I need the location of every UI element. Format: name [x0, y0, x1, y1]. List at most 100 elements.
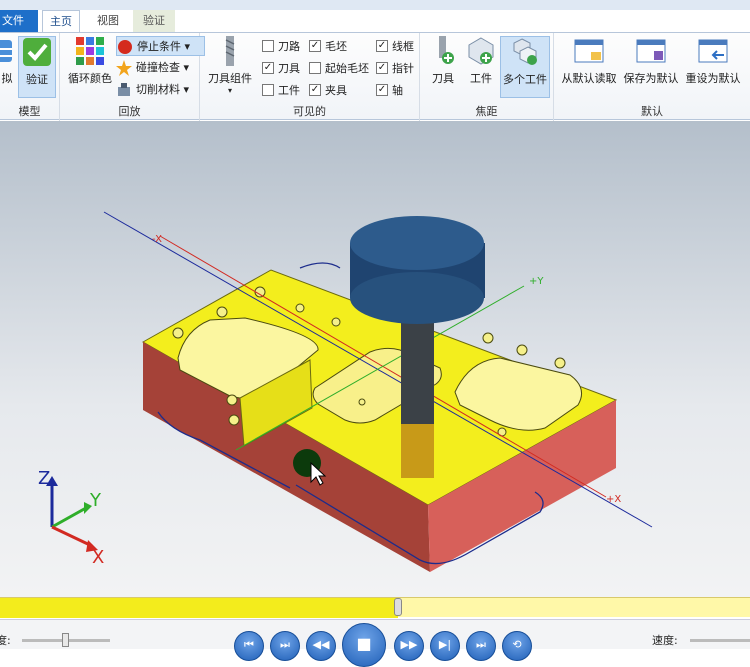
checkbox-initial-stock-box[interactable] — [309, 62, 321, 74]
endmill-icon — [215, 36, 245, 66]
group-label-playback: 回放 — [118, 105, 141, 118]
checkbox-toolpath[interactable]: 刀路 — [262, 37, 300, 57]
timeline-track[interactable] — [0, 597, 750, 618]
checkbox-workpiece-label: 工件 — [278, 84, 300, 97]
checkbox-pointer[interactable]: ✓ 指针 — [376, 59, 414, 79]
go-start-button[interactable]: ⏮ — [234, 631, 264, 661]
verify-label: 验证 — [26, 73, 48, 86]
group-focus: 刀具 工件 多个工件 焦距 — [420, 33, 554, 121]
stop-condition-dropdown[interactable]: 停止条件 ▾ — [116, 36, 206, 56]
checkbox-tool[interactable]: ✓ 刀具 — [262, 59, 300, 79]
tab-verify[interactable]: 验证 — [133, 10, 175, 33]
tab-home[interactable]: 主页 — [42, 10, 80, 33]
checkbox-tool-label: 刀具 — [278, 62, 300, 75]
stop-condition-label: 停止条件 — [137, 40, 181, 53]
title-strip — [0, 0, 750, 10]
tool-flute — [401, 420, 434, 478]
color-grid-icon — [75, 36, 105, 66]
focus-multi-button[interactable]: 多个工件 — [500, 36, 550, 98]
group-label-defaults: 默认 — [641, 105, 663, 118]
timeline-handle[interactable] — [393, 598, 402, 616]
tool-holder-bottom — [350, 272, 484, 324]
checkbox-fixture-box[interactable]: ✓ — [309, 84, 321, 96]
axis-triad: Z Y X — [38, 468, 104, 568]
cut-material-dropdown[interactable]: 切削材料 ▾ — [116, 80, 189, 100]
stop-icon — [117, 39, 133, 55]
rewind-button[interactable]: ◀◀ — [306, 631, 336, 661]
go-end-button[interactable]: ⏭ — [466, 631, 496, 661]
loop-button[interactable]: ⟲ — [502, 631, 532, 661]
axis-label-pos-y: +Y — [529, 276, 544, 287]
simulate-button[interactable]: 拟 — [0, 36, 14, 86]
ribbon: 拟 验证 模型 循环颜色 停止条件 ▾ 碰撞检查 ▾ 切削材料 ▾ 回放 刀具组… — [0, 32, 750, 121]
next-step-button[interactable]: ▶| — [430, 631, 460, 661]
checkbox-workpiece[interactable]: 工件 — [262, 81, 300, 101]
simulation-viewport[interactable]: -X +Y +X Z Y X — [0, 121, 750, 597]
verify-button[interactable]: 验证 — [18, 36, 56, 98]
checkbox-pointer-label: 指针 — [392, 62, 414, 75]
checkbox-toolpath-label: 刀路 — [278, 40, 300, 53]
checkbox-fixture[interactable]: ✓ 夹具 — [309, 81, 347, 101]
group-playback: 循环颜色 停止条件 ▾ 碰撞检查 ▾ 切削材料 ▾ 回放 — [60, 33, 206, 121]
load-default-button[interactable]: 从默认读取 — [558, 36, 620, 86]
tab-view[interactable]: 视图 — [86, 10, 130, 33]
triad-y-label: Y — [89, 490, 102, 511]
group-defaults: 从默认读取 保存为默认 重设为默认 默认 — [554, 33, 750, 121]
checkbox-stock-box[interactable]: ✓ — [309, 40, 321, 52]
checkbox-tool-box[interactable]: ✓ — [262, 62, 274, 74]
focus-workpiece-icon — [466, 36, 496, 66]
save-default-icon — [636, 36, 666, 66]
timeline-progress — [0, 598, 398, 618]
stop-button[interactable]: ■ — [342, 623, 386, 667]
checkbox-pointer-box[interactable]: ✓ — [376, 62, 388, 74]
triad-z-label: Z — [38, 468, 50, 489]
collision-check-label: 碰撞检查 — [136, 61, 180, 74]
checkbox-axis-box[interactable]: ✓ — [376, 84, 388, 96]
checkbox-wireframe-box[interactable]: ✓ — [376, 40, 388, 52]
playback-controls: 度: ⏮ ⏭ ◀◀ ■ ▶▶ ▶| ⏭ ⟲ 速度: — [0, 619, 750, 667]
database-icon — [0, 36, 14, 66]
tool-holder-top — [350, 216, 484, 270]
focus-tool-label: 刀具 — [432, 72, 454, 85]
focus-tool-button[interactable]: 刀具 — [426, 36, 460, 86]
focus-multi-icon — [510, 37, 540, 67]
load-default-label: 从默认读取 — [561, 72, 617, 85]
checkbox-wireframe[interactable]: ✓ 线框 — [376, 37, 414, 57]
cycle-color-label: 循环颜色 — [68, 72, 112, 85]
axis-label-neg-x: -X — [152, 234, 162, 245]
tool-assembly-button[interactable]: 刀具组件 ▾ — [204, 36, 256, 95]
checkbox-stock[interactable]: ✓ 毛坯 — [309, 37, 347, 57]
axis-label-pos-x: +X — [606, 494, 621, 505]
save-default-label: 保存为默认 — [623, 72, 679, 85]
focus-workpiece-button[interactable]: 工件 — [464, 36, 498, 86]
focus-multi-label: 多个工件 — [503, 73, 547, 86]
speed-slider-right[interactable] — [690, 639, 750, 642]
group-visible: 刀具组件 ▾ 刀路 ✓ 刀具 工件 ✓ 毛坯 起始毛坯 ✓ 夹具 ✓ 线框 ✓ 指针 ✓ 轴… — [200, 33, 420, 121]
focus-workpiece-label: 工件 — [470, 72, 492, 85]
focus-tool-icon — [428, 36, 458, 66]
cycle-color-button[interactable]: 循环颜色 — [64, 36, 116, 86]
reset-default-label: 重设为默认 — [685, 72, 741, 85]
ribbon-tabbar: 文件 主页 视图 验证 — [0, 10, 750, 33]
collision-check-dropdown[interactable]: 碰撞检查 ▾ — [116, 58, 189, 78]
checkmark-icon — [22, 37, 52, 67]
checkbox-toolpath-box[interactable] — [262, 40, 274, 52]
checkbox-axis[interactable]: ✓ 轴 — [376, 81, 403, 101]
checkbox-stock-label: 毛坯 — [325, 40, 347, 53]
checkbox-wireframe-label: 线框 — [392, 40, 414, 53]
speed-label-right: 速度: — [652, 634, 678, 647]
playback-timeline[interactable] — [0, 597, 750, 619]
triad-x-label: X — [92, 547, 104, 568]
checkbox-axis-label: 轴 — [392, 84, 403, 97]
fast-forward-button[interactable]: ▶▶ — [394, 631, 424, 661]
save-default-button[interactable]: 保存为默认 — [620, 36, 682, 86]
checkbox-workpiece-box[interactable] — [262, 84, 274, 96]
reset-default-button[interactable]: 重设为默认 — [682, 36, 744, 86]
tool-assembly-label: 刀具组件 — [208, 72, 252, 85]
file-tab[interactable]: 文件 — [0, 10, 38, 32]
prev-step-button[interactable]: ⏭ — [270, 631, 300, 661]
reset-default-icon — [698, 36, 728, 66]
speed-slider-handle[interactable] — [62, 633, 69, 647]
checkbox-initial-stock[interactable]: 起始毛坯 — [309, 59, 369, 79]
group-label-focus: 焦距 — [475, 105, 498, 118]
